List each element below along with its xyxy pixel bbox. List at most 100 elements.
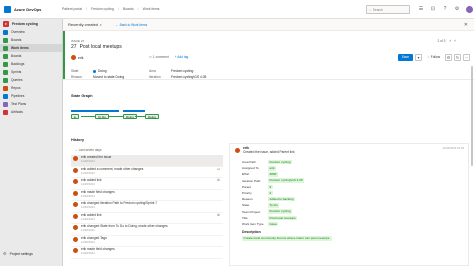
avatar <box>73 190 78 196</box>
search-box[interactable]: ⌕ Search <box>366 5 410 14</box>
sidebar-item-boards[interactable]: Boards <box>0 36 62 44</box>
work-item-color-bar <box>63 31 65 79</box>
more-icon[interactable]: ⋯ <box>463 54 470 61</box>
detail-header: erik Created the issue, added Parent lin… <box>230 144 468 156</box>
top-bar: Azure DevOps Patient portal / Fredom cyc… <box>0 0 474 19</box>
help-icon[interactable]: ? <box>442 6 448 12</box>
sidebar-item-boards-sub[interactable]: Boards <box>0 52 62 60</box>
breadcrumb-work-items[interactable]: Work items <box>143 7 160 11</box>
recently-created-dropdown[interactable]: Recently created <box>68 22 98 27</box>
search-icon: ⌕ <box>369 7 371 12</box>
field-key: Parent <box>242 184 252 189</box>
avatar <box>73 236 78 242</box>
sidebar-item-queries[interactable]: Queries <box>0 76 62 84</box>
panel-header: Recently created ▾ ← Back to Work Items … <box>63 19 474 31</box>
detail-date: 11/28/2024 15:33 <box>442 146 464 150</box>
boards-icon <box>3 37 8 43</box>
history-item[interactable]: erik changed State from To Do to Doing, … <box>71 224 223 236</box>
assigned-to-field[interactable]: erik <box>71 55 83 60</box>
sidebar-item-repos[interactable]: Repos <box>0 84 62 92</box>
history-item-date: 11/28/2024 <box>81 228 95 232</box>
sidebar-item-overview[interactable]: Overview <box>0 28 62 36</box>
history-item-date: 11/28/2024 <box>81 193 95 198</box>
state-value: Doing <box>98 69 107 73</box>
test-plans-icon <box>3 101 8 107</box>
description-value: Create local community forums where ride… <box>242 236 332 241</box>
sidebar-item-label: Sprints <box>11 70 22 74</box>
project-header[interactable]: F Fredom cycling <box>0 19 62 28</box>
chevron-down-icon[interactable]: ▾ <box>100 23 102 27</box>
sidebar-item-artifacts[interactable]: Artifacts <box>0 108 62 116</box>
breadcrumb-boards[interactable]: Boards <box>123 7 134 11</box>
state-graph-bar <box>99 110 119 112</box>
field-value: 9 <box>268 184 273 190</box>
history-item[interactable]: erik added link 11/28/2024 ⊘ <box>71 178 223 190</box>
history-item[interactable]: erik added link 11/28/2024 ⊘ <box>71 213 223 224</box>
follow-button[interactable]: ♡ Follow <box>424 54 443 61</box>
chevron-up-icon[interactable]: ˄ <box>449 39 451 43</box>
history-item-date: 11/28/2024 <box>81 205 95 209</box>
history-group-toggle[interactable]: ⌄ Last seven days <box>75 148 223 152</box>
history-item[interactable]: erik created the issue 11/28/2024 <box>71 155 223 167</box>
field-value: Issue <box>268 221 279 227</box>
sidebar-item-label: Artifacts <box>11 110 23 114</box>
add-tag-button[interactable]: + Add tag <box>175 55 189 59</box>
field-key: Title <box>242 215 248 220</box>
save-button[interactable]: Save <box>397 54 414 61</box>
work-item-title[interactable]: Post local meetups <box>80 44 122 50</box>
project-settings[interactable]: ⚙ Project settings <box>3 251 33 256</box>
back-to-work-items-link[interactable]: ← Back to Work Items <box>116 23 148 27</box>
sidebar-item-backlogs[interactable]: Backlogs <box>0 60 62 68</box>
link-icon: ⊘ <box>217 178 220 182</box>
close-icon[interactable]: ✕ <box>464 22 468 28</box>
comments-link[interactable]: ▭ 1 comment <box>149 55 169 59</box>
history-list: ⌄ Last seven days erik created the issue… <box>71 144 223 259</box>
state-arrow <box>81 116 95 117</box>
avatar[interactable] <box>466 6 473 13</box>
history-item[interactable]: erik changed Tags 11/28/2024 <box>71 236 223 247</box>
history-item[interactable]: erik added a comment, made other changes… <box>71 167 223 178</box>
refresh-icon[interactable]: ↻ <box>454 54 461 61</box>
history-item[interactable]: erik made field changes 11/28/2024 <box>71 190 223 201</box>
azure-devops-logo-icon[interactable] <box>4 5 11 13</box>
breadcrumb-project[interactable]: Fredom cycling <box>91 7 114 11</box>
field-value: erik <box>268 166 276 171</box>
history-item-date: 11/28/2024 <box>81 182 95 186</box>
field-value: To Do <box>268 203 280 208</box>
history-group-label: Last seven days <box>78 148 102 152</box>
app-name[interactable]: Azure DevOps <box>14 7 41 12</box>
work-item-type: ISSUE 27 <box>71 39 85 43</box>
history-item-date: 11/28/2024 <box>81 170 95 175</box>
field-value: 4800 <box>268 172 278 177</box>
avatar <box>73 156 78 161</box>
state-graph: ● To Do Doing Doing <box>71 106 191 128</box>
save-dropdown-icon[interactable]: ▾ <box>415 54 423 61</box>
settings-icon[interactable]: ⚙ <box>445 54 452 61</box>
sidebar-item-pipelines[interactable]: Pipelines <box>0 92 62 100</box>
detail-summary: Created the issue, added Parent link <box>243 150 295 154</box>
sidebar-item-label: Pipelines <box>11 94 25 98</box>
sidebar-item-test-plans[interactable]: Test Plans <box>0 100 62 108</box>
state-node-todo: To Do <box>95 114 109 119</box>
area-value: Fredom cycling <box>171 69 194 73</box>
field-key: Reason <box>242 197 253 202</box>
area-label: Area <box>149 69 156 73</box>
history-item[interactable]: erik made field changes 11/28/2024 <box>71 247 223 259</box>
chevron-down-icon[interactable]: ˅ <box>454 39 456 43</box>
scrollbar[interactable] <box>471 66 473 166</box>
field-key: Iteration Path <box>242 178 261 183</box>
field-value: Fredom cycling\GS 4.05 <box>268 178 305 183</box>
project-name: Fredom cycling <box>12 21 38 26</box>
breadcrumb-org[interactable]: Patient portal <box>62 7 82 11</box>
state-arrow <box>109 116 123 117</box>
sidebar-item-sprints[interactable]: Sprints <box>0 68 62 76</box>
history-title: History <box>71 138 85 142</box>
gear-icon: ⚙ <box>3 251 7 256</box>
history-item[interactable]: erik changed Iteration Path to Fredom cy… <box>71 201 223 213</box>
list-icon[interactable]: ☰ <box>418 6 424 12</box>
work-item-title-row: 27 Post local meetups <box>71 44 122 50</box>
field-value: 2 <box>268 190 273 196</box>
user-settings-icon[interactable]: ⚙ <box>454 6 460 12</box>
bag-icon[interactable]: ⊡ <box>430 6 436 12</box>
sidebar-item-work-items[interactable]: Work items <box>0 44 62 52</box>
